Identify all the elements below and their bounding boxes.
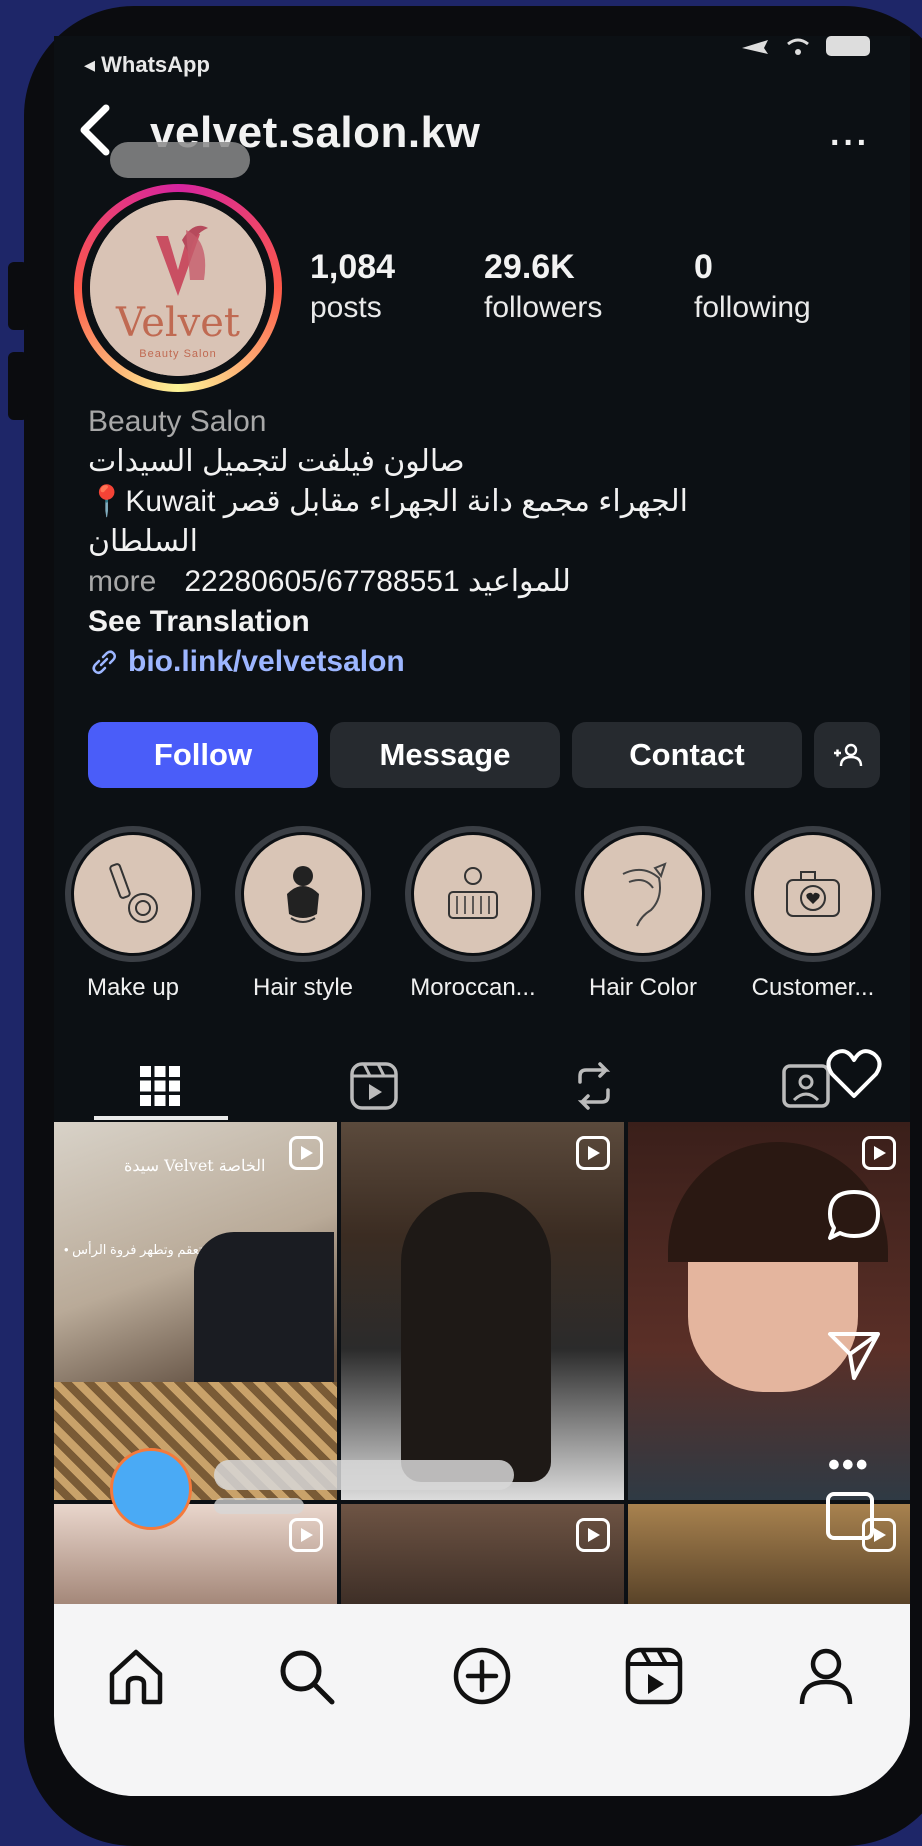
- posts-grid: سيدة Velvet الخاصة • تنظف وتعقم وتطهر فر…: [54, 1122, 910, 1642]
- highlight-cover: [754, 835, 872, 953]
- highlight-hair-style[interactable]: Hair style: [228, 826, 378, 1002]
- following-count: 0: [694, 248, 713, 286]
- volume-up-button: [8, 262, 28, 330]
- back-to-whatsapp-link[interactable]: ◂ WhatsApp: [84, 52, 210, 78]
- instagram-profile-screen: ◂ WhatsApp velvet.salon.kw ··· Velvet Be…: [54, 36, 910, 1796]
- reel-badge-icon: [289, 1518, 323, 1552]
- following-label: following: [694, 291, 811, 324]
- message-button[interactable]: Message: [330, 722, 560, 788]
- following-stat[interactable]: 0 following: [694, 248, 811, 325]
- highlight-moroccan[interactable]: Moroccan...: [398, 826, 548, 1002]
- more-options-icon[interactable]: ···: [830, 124, 870, 163]
- bio-line-1: صالون فيلفت لتجميل السيدات: [88, 445, 465, 478]
- hair-color-icon: [622, 862, 667, 927]
- bio-line-4-row: more للمواعيد 22280605/67788551: [88, 562, 878, 602]
- search-icon[interactable]: [274, 1644, 338, 1708]
- link-icon: [92, 650, 117, 675]
- wifi-icon: [787, 38, 809, 55]
- reel-badge-icon: [576, 1518, 610, 1552]
- highlight-ring: [745, 826, 881, 962]
- reels-icon[interactable]: [622, 1644, 686, 1708]
- highlight-label: Make up: [86, 974, 180, 1001]
- profile-actions: Follow Message Contact: [88, 722, 880, 788]
- suggest-people-button[interactable]: [814, 722, 880, 788]
- highlight-cover: [414, 835, 532, 953]
- highlight-cover: [244, 835, 362, 953]
- reels-tab-icon[interactable]: [344, 1056, 404, 1116]
- bio-line-3: السلطان: [88, 525, 198, 558]
- highlight-cover: [74, 835, 192, 953]
- comment-icon[interactable]: [824, 1186, 884, 1244]
- highlight-ring: [65, 826, 201, 962]
- highlight-label: Moroccan...: [410, 974, 536, 1001]
- highlight-label: Hair style: [252, 974, 354, 1001]
- highlight-make-up[interactable]: Make up: [58, 826, 208, 1002]
- highlight-ring: [405, 826, 541, 962]
- reposts-tab-icon[interactable]: [564, 1056, 624, 1116]
- battery-icon: [826, 36, 870, 56]
- grid-tab-icon[interactable]: [130, 1056, 190, 1116]
- volume-down-button: [8, 352, 28, 420]
- avatar-brand-text: Velvet: [115, 300, 241, 346]
- profile-bio: Beauty Salon صالون فيلفت لتجميل السيدات …: [88, 402, 878, 682]
- add-person-icon: [834, 743, 863, 767]
- reel-badge-icon: [862, 1136, 896, 1170]
- save-bookmark-icon[interactable]: [826, 1492, 874, 1540]
- post-thumbnail[interactable]: سيدة Velvet الخاصة • تنظف وتعقم وتطهر فر…: [54, 1122, 337, 1500]
- bio-line-4: للمواعيد 22280605/67788551: [184, 565, 571, 598]
- back-chevron-icon[interactable]: [76, 102, 116, 158]
- profile-icon[interactable]: [794, 1644, 858, 1708]
- bottom-navigation: [54, 1604, 910, 1796]
- hair-bun-icon: [287, 866, 319, 923]
- overlay-avatar[interactable]: [110, 1448, 192, 1530]
- follow-button[interactable]: Follow: [88, 722, 318, 788]
- see-translation-link[interactable]: See Translation: [88, 602, 878, 642]
- highlight-customer[interactable]: Customer...: [738, 826, 888, 1002]
- airplane-icon: [742, 40, 768, 54]
- bio-link-text: bio.link/velvetsalon: [128, 645, 405, 678]
- posts-count: 1,084: [310, 248, 396, 286]
- highlight-label: Hair Color: [588, 974, 698, 1001]
- reel-badge-icon: [576, 1136, 610, 1170]
- post-caption-title: سيدة Velvet الخاصة: [124, 1156, 266, 1175]
- home-icon[interactable]: [104, 1644, 168, 1708]
- followers-stat[interactable]: 29.6K followers: [484, 248, 602, 325]
- bio-line-2: 📍Kuwait الجهراء مجمع دانة الجهراء مقابل …: [88, 485, 688, 518]
- posts-label: posts: [310, 291, 382, 324]
- bath-icon: [448, 867, 498, 919]
- status-icons: [740, 36, 870, 56]
- bio-more-link[interactable]: more: [88, 562, 156, 602]
- share-send-icon[interactable]: [824, 1326, 884, 1382]
- makeup-icon: [109, 863, 158, 923]
- followers-label: followers: [484, 291, 603, 324]
- reel-badge-icon: [289, 1136, 323, 1170]
- bio-category: Beauty Salon: [88, 405, 267, 438]
- post-thumbnail[interactable]: [628, 1122, 910, 1500]
- redacted-overlay: [214, 1460, 514, 1490]
- bio-link[interactable]: bio.link/velvetsalon: [88, 642, 878, 682]
- like-heart-icon[interactable]: [824, 1046, 884, 1102]
- highlight-ring: [235, 826, 371, 962]
- redacted-overlay: [214, 1498, 304, 1514]
- highlight-ring: [575, 826, 711, 962]
- person-shape: [194, 1232, 334, 1392]
- followers-count: 29.6K: [484, 248, 575, 286]
- post-thumbnail[interactable]: [341, 1122, 624, 1500]
- contact-button[interactable]: Contact: [572, 722, 802, 788]
- active-tab-indicator: [94, 1116, 228, 1120]
- create-post-icon[interactable]: [450, 1644, 514, 1708]
- redacted-overlay: [110, 142, 250, 178]
- highlight-label: Customer...: [751, 974, 875, 1001]
- avatar-subtext: Beauty Salon: [139, 348, 217, 360]
- hair-shape: [401, 1192, 551, 1482]
- posts-stat[interactable]: 1,084 posts: [310, 248, 395, 325]
- more-actions-icon[interactable]: •••: [828, 1446, 870, 1485]
- highlight-hair-color[interactable]: Hair Color: [568, 826, 718, 1002]
- avatar[interactable]: Velvet Beauty Salon: [90, 200, 266, 376]
- highlight-cover: [584, 835, 702, 953]
- camera-heart-icon: [786, 871, 840, 917]
